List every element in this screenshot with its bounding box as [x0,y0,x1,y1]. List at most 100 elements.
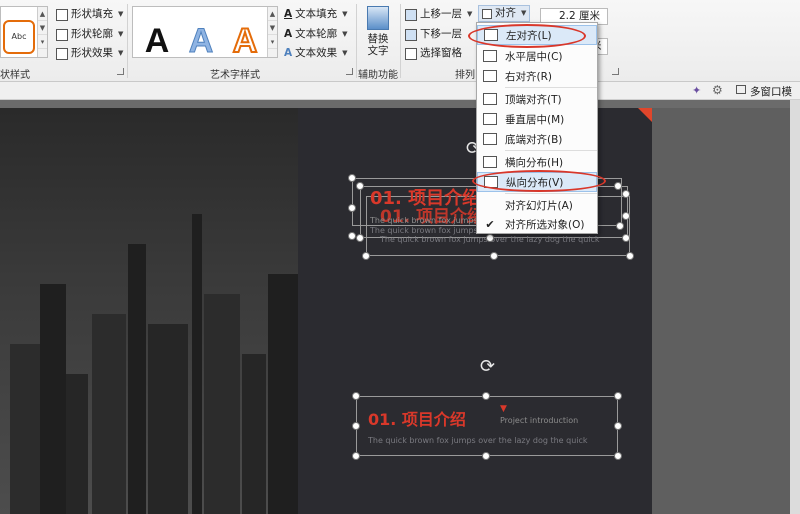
wordart-gallery[interactable]: A A A ▲ ▼ ▾ [132,6,278,61]
dialog-launcher-icon[interactable] [612,68,619,75]
building [204,294,240,514]
menu-item-align-top[interactable]: 顶端对齐(T) [477,89,597,109]
menu-separator [505,193,597,194]
right-pane [652,108,800,514]
gallery-more-icon[interactable]: ▾ [38,35,47,49]
chevron-down-icon: ▼ [342,10,348,18]
scroll-down-icon[interactable]: ▼ [38,21,47,35]
send-backward-icon [405,28,417,41]
gallery-scroll[interactable]: ▲ ▼ ▾ [37,7,47,57]
corner-accent [638,108,652,122]
resize-handle[interactable] [482,392,490,400]
resize-handle[interactable] [626,252,634,260]
send-backward-button[interactable]: 下移一层 [405,26,462,43]
shape-effects-button[interactable]: 形状效果 ▼ [56,45,123,62]
menu-item-distribute-horizontal[interactable]: 横向分布(H) [477,152,597,172]
menu-item-align-middle[interactable]: 垂直居中(M) [477,109,597,129]
rotate-handle-icon[interactable]: ⟳ [480,356,495,377]
subtitle-text[interactable]: The quick brown fox jumps [370,216,478,225]
resize-handle[interactable] [614,182,622,190]
resize-handle[interactable] [352,392,360,400]
menu-separator [505,87,597,88]
resize-handle[interactable] [356,182,364,190]
resize-handle[interactable] [348,174,356,182]
selection-pane-button[interactable]: 选择窗格 [405,45,462,62]
title-text[interactable]: 01. 项目介绍 [368,406,466,430]
body-text[interactable]: The quick brown fox jumps [370,226,478,235]
resize-handle[interactable] [362,252,370,260]
shape-style-gallery[interactable]: Abc ▲ ▼ ▾ [0,6,48,58]
scroll-up-icon[interactable]: ▲ [268,7,277,21]
wordart-style-black[interactable]: A [137,21,177,61]
menu-item-align-right[interactable]: 右对齐(R) [477,66,597,86]
resize-handle[interactable] [622,190,630,198]
resize-handle[interactable] [352,422,360,430]
resize-handle[interactable] [614,452,622,460]
resize-handle[interactable] [352,452,360,460]
menu-item-label: 对齐幻灯片(A) [505,199,573,212]
paint-bucket-icon [56,8,68,21]
body-text[interactable]: The quick brown fox jumps over the lazy … [368,436,588,445]
check-icon: ✔ [485,217,495,231]
menu-item-label: 顶端对齐(T) [505,93,562,106]
distribute-horizontal-icon [483,156,497,168]
vertical-scrollbar[interactable] [790,100,800,514]
shape-outline-label: 形状轮廓 [71,28,113,40]
triangle-marker-icon: ▼ [500,404,507,414]
gallery-scroll[interactable]: ▲ ▼ ▾ [267,7,277,57]
shape-effects-label: 形状效果 [71,47,113,59]
building [128,244,146,514]
scroll-down-icon[interactable]: ▼ [268,21,277,35]
subtitle-text[interactable]: Project introduction [500,416,578,425]
city-background-image [0,108,298,514]
bring-forward-icon [405,8,417,21]
dialog-launcher-icon[interactable] [117,68,124,75]
group-divider [127,4,128,78]
chevron-down-icon: ▼ [342,30,348,38]
resize-handle[interactable] [622,234,630,242]
align-label: 对齐 [495,7,516,19]
align-button[interactable]: 对齐 ▼ [478,5,531,22]
resize-handle[interactable] [616,222,624,230]
resize-handle[interactable] [490,252,498,260]
menu-item-align-center[interactable]: 水平居中(C) [477,46,597,66]
building [10,344,40,514]
resize-handle[interactable] [614,422,622,430]
gallery-more-icon[interactable]: ▾ [268,35,277,49]
bring-forward-button[interactable]: 上移一层 ▼ [405,6,472,23]
picture-icon [367,6,389,30]
shape-style-item[interactable]: Abc [3,20,35,54]
wordart-group-label: 艺术字样式 [210,70,260,81]
menu-item-align-bottom[interactable]: 底端对齐(B) [477,129,597,149]
magic-icon[interactable]: ✦ [692,84,701,97]
shape-outline-button[interactable]: 形状轮廓 ▼ [56,26,123,43]
resize-handle[interactable] [486,234,494,242]
replace-text-button[interactable]: 替换 文字 [362,6,394,57]
dialog-launcher-icon[interactable] [346,68,353,75]
text-outline-button[interactable]: A 文本轮廓 ▼ [284,26,348,43]
menu-item-align-to-slide[interactable]: 对齐幻灯片(A) [477,195,597,215]
shape-effects-icon [56,47,68,60]
resize-handle[interactable] [622,212,630,220]
resize-handle[interactable] [356,234,364,242]
gear-icon[interactable]: ⚙ [712,83,723,97]
wordart-style-orange[interactable]: A [225,21,265,61]
resize-handle[interactable] [482,452,490,460]
wordart-style-blue[interactable]: A [181,21,221,61]
shape-fill-button[interactable]: 形状填充 ▼ [56,6,123,23]
align-right-icon [483,70,497,82]
chevron-down-icon: ▼ [467,10,473,18]
scroll-up-icon[interactable]: ▲ [38,7,47,21]
menu-item-align-selected[interactable]: ✔ 对齐所选对象(O) [477,214,597,234]
chevron-down-icon: ▼ [521,9,527,17]
selection-pane-icon [405,47,417,60]
align-bottom-icon [483,133,497,145]
text-effects-button[interactable]: A 文本效果 ▼ [284,45,348,62]
text-effects-label: 文本效果 [295,47,338,59]
resize-handle[interactable] [614,392,622,400]
selection-pane-label: 选择窗格 [420,47,462,59]
text-fill-button[interactable]: A 文本填充 ▼ [284,6,348,23]
ribbon: Abc ▲ ▼ ▾ 形状填充 ▼ 形状轮廓 ▼ 形状效果 ▼ 状样式 A A A ▲ … [0,0,800,82]
resize-handle[interactable] [348,232,356,240]
resize-handle[interactable] [348,204,356,212]
